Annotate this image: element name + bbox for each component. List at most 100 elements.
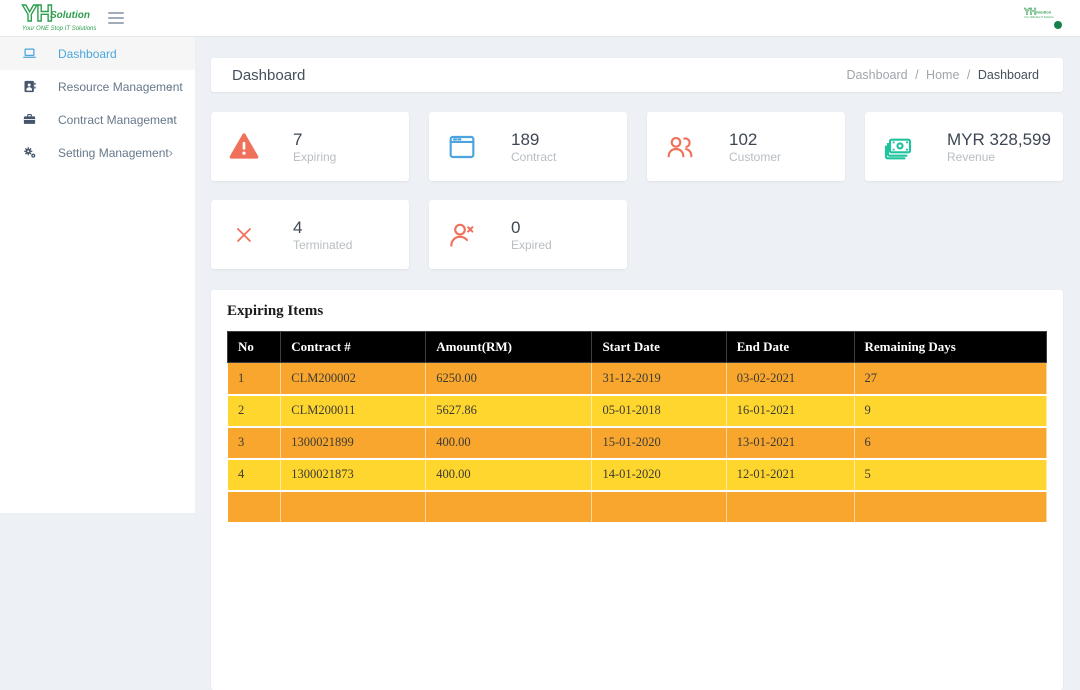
- window-icon: [446, 131, 478, 163]
- laptop-icon: [22, 46, 37, 61]
- sidebar-item-setting-management[interactable]: Setting Management ›: [0, 136, 195, 169]
- cell-remaining-days: [854, 491, 1047, 523]
- chevron-right-icon: ›: [169, 112, 173, 127]
- stat-label: Revenue: [947, 150, 1051, 164]
- app-logo: YH Solution Your ONE Stop IT Solutions: [22, 2, 112, 35]
- breadcrumb-current: Dashboard: [978, 68, 1039, 82]
- cell-amount: 400.00: [426, 427, 592, 459]
- avatar-logo-tagline: Your ONE Stop IT Solutions: [1024, 17, 1054, 19]
- user-avatar[interactable]: YH Solution Your ONE Stop IT Solutions: [1024, 5, 1064, 31]
- cell-amount: 6250.00: [426, 363, 592, 395]
- cell-end-date: 16-01-2021: [726, 395, 854, 427]
- breadcrumb-separator: /: [967, 68, 970, 82]
- cell-contract: 1300021873: [281, 459, 426, 491]
- breadcrumb-separator: /: [915, 68, 918, 82]
- page-title: Dashboard: [232, 67, 305, 84]
- cell-contract: 1300021899: [281, 427, 426, 459]
- cell-end-date: [726, 491, 854, 523]
- col-header-contract: Contract #: [281, 332, 426, 363]
- stat-label: Expiring: [293, 150, 336, 164]
- breadcrumb: Dashboard / Home / Dashboard: [846, 68, 1039, 82]
- avatar-logo-initials: YH: [1024, 7, 1036, 16]
- menu-toggle-icon[interactable]: [108, 12, 124, 24]
- briefcase-icon: [22, 112, 37, 127]
- sidebar-item-contract-management[interactable]: Contract Management ›: [0, 103, 195, 136]
- cell-contract: CLM200002: [281, 363, 426, 395]
- cell-amount: 5627.86: [426, 395, 592, 427]
- page-header: Dashboard Dashboard / Home / Dashboard: [211, 58, 1063, 92]
- col-header-start-date: Start Date: [592, 332, 726, 363]
- stat-value: 4: [293, 217, 352, 238]
- stat-cards: 7 Expiring 189 Contract: [211, 112, 1063, 269]
- cell-amount: [426, 491, 592, 523]
- table-row: 1 CLM200002 6250.00 31-12-2019 03-02-202…: [228, 363, 1047, 395]
- expiring-items-title: Expiring Items: [227, 303, 1047, 320]
- stat-card-revenue: MYR 328,599 Revenue: [865, 112, 1063, 181]
- col-header-remaining-days: Remaining Days: [854, 332, 1047, 363]
- sidebar-item-resource-management[interactable]: Resource Management ›: [0, 70, 195, 103]
- stat-value: MYR 328,599: [947, 129, 1051, 150]
- breadcrumb-home[interactable]: Home: [926, 68, 959, 82]
- stat-card-customer: 102 Customer: [647, 112, 845, 181]
- sidebar-item-label: Dashboard: [58, 47, 117, 61]
- logo-name: Solution: [50, 11, 90, 21]
- main-content: Dashboard Dashboard / Home / Dashboard 7…: [195, 37, 1080, 513]
- stat-label: Customer: [729, 150, 781, 164]
- stat-value: 102: [729, 129, 781, 150]
- cell-remaining-days: 5: [854, 459, 1047, 491]
- table-row: 4 1300021873 400.00 14-01-2020 12-01-202…: [228, 459, 1047, 491]
- stat-card-contract: 189 Contract: [429, 112, 627, 181]
- online-status-dot: [1054, 21, 1062, 29]
- col-header-no: No: [228, 332, 281, 363]
- stat-card-expiring: 7 Expiring: [211, 112, 409, 181]
- table-row: 2 CLM200011 5627.86 05-01-2018 16-01-202…: [228, 395, 1047, 427]
- sidebar-item-label: Setting Management: [58, 146, 169, 160]
- stat-label: Terminated: [293, 238, 352, 252]
- x-icon: [228, 219, 260, 251]
- avatar-logo-name: Solution: [1035, 11, 1051, 15]
- stat-value: 7: [293, 129, 336, 150]
- logo-tagline: Your ONE Stop IT Solutions: [22, 26, 112, 32]
- gears-icon: [22, 145, 37, 160]
- cell-start-date: 05-01-2018: [592, 395, 726, 427]
- stat-value: 0: [511, 217, 552, 238]
- warning-triangle-icon: [228, 131, 260, 163]
- col-header-amount: Amount(RM): [426, 332, 592, 363]
- sidebar-item-label: Resource Management: [58, 80, 183, 94]
- user-x-icon: [446, 219, 478, 251]
- cell-start-date: 14-01-2020: [592, 459, 726, 491]
- cell-no: [228, 491, 281, 523]
- cell-start-date: [592, 491, 726, 523]
- cell-no: 1: [228, 363, 281, 395]
- cell-no: 3: [228, 427, 281, 459]
- stat-value: 189: [511, 129, 556, 150]
- stat-card-terminated: 4 Terminated: [211, 200, 409, 269]
- cell-end-date: 03-02-2021: [726, 363, 854, 395]
- cell-amount: 400.00: [426, 459, 592, 491]
- cell-start-date: 15-01-2020: [592, 427, 726, 459]
- sidebar-item-label: Contract Management: [58, 113, 177, 127]
- col-header-end-date: End Date: [726, 332, 854, 363]
- users-icon: [664, 131, 696, 163]
- breadcrumb-dashboard[interactable]: Dashboard: [846, 68, 907, 82]
- cell-end-date: 13-01-2021: [726, 427, 854, 459]
- cell-start-date: 31-12-2019: [592, 363, 726, 395]
- chevron-right-icon: ›: [169, 145, 173, 160]
- cell-contract: [281, 491, 426, 523]
- topbar: YH Solution Your ONE Stop IT Solutions Y…: [0, 0, 1080, 37]
- expiring-items-table: No Contract # Amount(RM) Start Date End …: [227, 331, 1047, 524]
- sidebar-item-dashboard[interactable]: Dashboard: [0, 37, 195, 70]
- table-row: 3 1300021899 400.00 15-01-2020 13-01-202…: [228, 427, 1047, 459]
- table-header-row: No Contract # Amount(RM) Start Date End …: [228, 332, 1047, 363]
- table-row: [228, 491, 1047, 523]
- cell-remaining-days: 9: [854, 395, 1047, 427]
- cell-end-date: 12-01-2021: [726, 459, 854, 491]
- cell-contract: CLM200011: [281, 395, 426, 427]
- chevron-right-icon: ›: [169, 79, 173, 94]
- banknotes-icon: [882, 131, 914, 163]
- stat-label: Contract: [511, 150, 556, 164]
- cell-remaining-days: 27: [854, 363, 1047, 395]
- cell-remaining-days: 6: [854, 427, 1047, 459]
- sidebar: Dashboard Resource Management › Contract…: [0, 37, 195, 513]
- logo-initials: YH: [22, 2, 52, 25]
